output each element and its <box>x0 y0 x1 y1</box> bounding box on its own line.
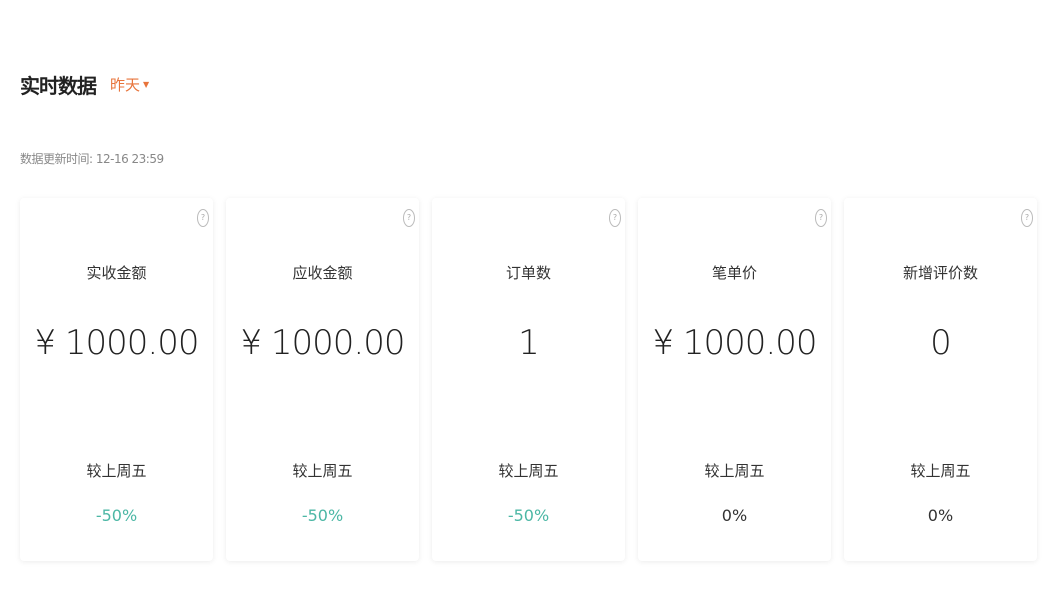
compare-label: 较上周五 <box>910 462 971 480</box>
question-icon[interactable]: ? <box>609 209 621 227</box>
metric-value: 1 <box>518 323 540 363</box>
compare-label: 较上周五 <box>704 462 765 480</box>
metric-card-receivable-amount: ? 应收金额 ¥ 1000.00 较上周五 -50% <box>226 198 419 561</box>
update-time: 数据更新时间: 12-16 23:59 <box>20 152 164 166</box>
caret-down-icon: ▼ <box>143 80 150 89</box>
compare-value: 0% <box>927 506 954 525</box>
question-icon[interactable]: ? <box>815 209 827 227</box>
compare-label: 较上周五 <box>292 462 353 480</box>
metric-value: ¥ 1000.00 <box>34 323 199 363</box>
compare-label: 较上周五 <box>86 462 147 480</box>
metric-card-order-count: ? 订单数 1 较上周五 -50% <box>432 198 625 561</box>
metric-card-new-reviews: ? 新增评价数 0 较上周五 0% <box>844 198 1037 561</box>
metric-card-unit-price: ? 笔单价 ¥ 1000.00 较上周五 0% <box>638 198 831 561</box>
metric-label: 订单数 <box>505 264 551 282</box>
header: 实时数据 昨天 ▼ <box>20 70 149 99</box>
metric-label: 新增评价数 <box>902 264 978 282</box>
realtime-data-page: 实时数据 昨天 ▼ 数据更新时间: 12-16 23:59 ? 实收金额 ¥ 1… <box>0 0 1043 605</box>
metric-cards: ? 实收金额 ¥ 1000.00 较上周五 -50% ? 应收金额 ¥ 1000… <box>20 198 1037 561</box>
compare-label: 较上周五 <box>498 462 559 480</box>
metric-label: 实收金额 <box>86 264 147 282</box>
date-range-label: 昨天 <box>110 76 141 94</box>
compare-value: 0% <box>721 506 748 525</box>
compare-value: -50% <box>301 506 344 525</box>
question-icon[interactable]: ? <box>403 209 415 227</box>
compare-value: -50% <box>507 506 550 525</box>
metric-label: 应收金额 <box>292 264 353 282</box>
page-title: 实时数据 <box>20 74 97 98</box>
metric-value: ¥ 1000.00 <box>240 323 405 363</box>
metric-value: ¥ 1000.00 <box>652 323 817 363</box>
metric-label: 笔单价 <box>711 264 757 282</box>
metric-card-actual-amount: ? 实收金额 ¥ 1000.00 较上周五 -50% <box>20 198 213 561</box>
metric-value: 0 <box>930 323 952 363</box>
question-icon[interactable]: ? <box>197 209 209 227</box>
question-icon[interactable]: ? <box>1021 209 1033 227</box>
date-range-dropdown[interactable]: 昨天 ▼ <box>110 74 149 95</box>
compare-value: -50% <box>95 506 138 525</box>
